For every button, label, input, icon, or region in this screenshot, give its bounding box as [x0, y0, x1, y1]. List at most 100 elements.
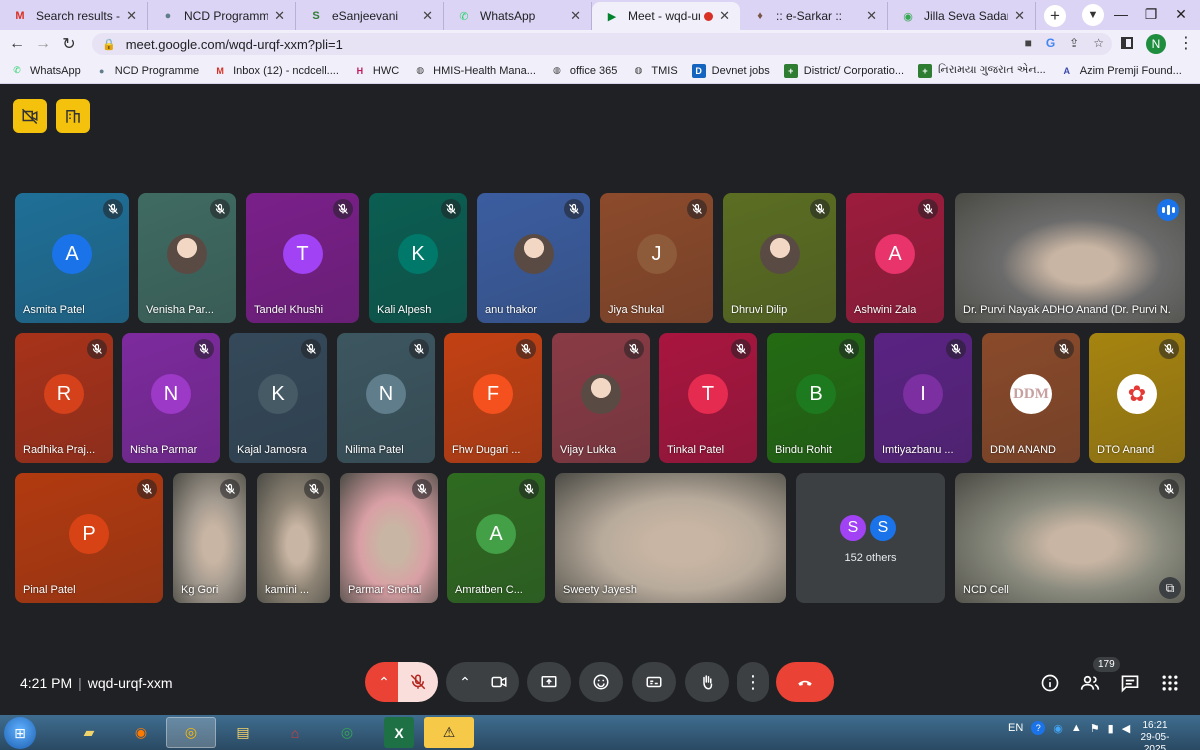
profile-avatar[interactable]: N	[1146, 34, 1166, 54]
participant-tile[interactable]: R Radhika Praj...	[15, 333, 113, 463]
bookmark-ncd-programme[interactable]: ● NCD Programme	[95, 64, 199, 78]
microphone-toggle[interactable]	[398, 662, 438, 702]
others-tile[interactable]: S S 152 others	[796, 473, 945, 603]
bookmark-niramaya[interactable]: + નિરામયા ગુજરાત એન...	[918, 63, 1046, 78]
bookmark-hmis[interactable]: ◍ HMIS-Health Mana...	[413, 64, 536, 78]
site-info-icon[interactable]: 🔒	[102, 38, 116, 51]
tab-search-button[interactable]: ▼	[1082, 4, 1104, 26]
raise-hand-button[interactable]	[685, 662, 729, 702]
participant-tile[interactable]: Vijay Lukka	[552, 333, 650, 463]
taskbar-warning-icon[interactable]: ⚠	[424, 717, 474, 748]
participant-tile[interactable]: Parmar Snehal	[340, 473, 438, 603]
meeting-code[interactable]: wqd-urqf-xxm	[88, 675, 173, 691]
forward-icon[interactable]: →	[30, 35, 56, 53]
taskbar-chrome-2-icon[interactable]: ◎	[322, 717, 372, 748]
participant-tile[interactable]: Dr. Purvi Nayak ADHO Anand (Dr. Purvi N.…	[955, 193, 1185, 323]
participant-tile[interactable]: J Jiya Shukal	[600, 193, 713, 323]
leave-call-button[interactable]	[776, 662, 834, 702]
network-icon[interactable]: ▮	[1108, 722, 1114, 735]
back-icon[interactable]: ←	[4, 35, 30, 53]
activities-icon[interactable]	[1159, 673, 1181, 693]
flag-icon[interactable]: ⚑	[1090, 722, 1100, 735]
participant-tile[interactable]: N Nilima Patel	[337, 333, 435, 463]
participant-tile[interactable]: DDM DDM ANAND	[982, 333, 1080, 463]
close-icon[interactable]: ✕	[866, 8, 877, 24]
captions-button[interactable]	[632, 662, 676, 702]
taskbar-explorer-icon[interactable]: ▤	[218, 717, 268, 748]
participant-tile[interactable]: I Imtiyazbanu ...	[874, 333, 972, 463]
share-icon[interactable]: ⇪	[1069, 36, 1079, 50]
restore-button[interactable]: ❐	[1136, 0, 1166, 28]
taskbar-chrome-icon[interactable]: ◎	[166, 717, 216, 748]
participant-tile[interactable]: T Tinkal Patel	[659, 333, 757, 463]
participant-tile[interactable]: Kg Gori	[173, 473, 246, 603]
taskbar-excel-icon[interactable]: X	[384, 717, 414, 748]
participant-tile[interactable]: anu thakor	[477, 193, 590, 323]
close-icon[interactable]: ✕	[1014, 8, 1025, 24]
tab-search-results[interactable]: M Search results - ncd ✕	[0, 2, 148, 30]
new-tab-button[interactable]: +	[1044, 5, 1066, 27]
volume-icon[interactable]: ◀	[1122, 722, 1130, 735]
show-hidden-icon[interactable]: ▲	[1071, 722, 1082, 734]
close-window-button[interactable]: ✕	[1166, 0, 1196, 28]
present-screen-button[interactable]	[527, 662, 571, 702]
bookmark-hwc[interactable]: H HWC	[353, 64, 400, 78]
participant-tile[interactable]: ✿ DTO Anand	[1089, 333, 1185, 463]
tab-esarkar[interactable]: ♦:: e-Sarkar :: ✕	[740, 2, 888, 30]
bookmark-inbox[interactable]: M Inbox (12) - ncdcell....	[213, 64, 339, 78]
language-indicator[interactable]: EN	[1008, 722, 1023, 734]
participant-tile[interactable]: Venisha Par...	[138, 193, 236, 323]
taskbar-show-desktop-icon[interactable]: ▰	[64, 717, 114, 748]
close-icon[interactable]: ✕	[274, 8, 285, 24]
participant-tile[interactable]: T Tandel Khushi	[246, 193, 359, 323]
tab-meet[interactable]: ▶ Meet - wqd-urqf ✕	[592, 2, 740, 30]
taskbar-clock[interactable]: 16:21 29-05-2025	[1130, 720, 1180, 750]
chat-icon[interactable]	[1119, 673, 1141, 693]
bookmark-star-icon[interactable]: ☆	[1093, 36, 1104, 50]
windows-start-icon[interactable]: ⊞	[4, 717, 36, 749]
address-bar[interactable]: 🔒 meet.google.com/wqd-urqf-xxm?pli=1 ■ G…	[92, 33, 1112, 55]
bookmark-tmis[interactable]: ◍ TMIS	[631, 64, 677, 78]
tray-app-icon[interactable]: ◉	[1053, 722, 1063, 735]
taskbar-acrobat-icon[interactable]: ⌂	[270, 717, 320, 748]
close-icon[interactable]: ✕	[126, 8, 137, 24]
google-lens-icon[interactable]: G	[1046, 36, 1055, 50]
participant-tile[interactable]: F Fhw Dugari ...	[444, 333, 542, 463]
help-icon[interactable]: ?	[1031, 721, 1046, 735]
bookmark-azim-premji[interactable]: A Azim Premji Found...	[1060, 64, 1182, 78]
tab-jilla-seva-sadan[interactable]: ◉ Jilla Seva Sadan - An ✕	[888, 2, 1036, 30]
tab-esanjeevani[interactable]: SeSanjeevani ✕	[296, 2, 444, 30]
reactions-button[interactable]	[579, 662, 623, 702]
bookmark-district[interactable]: + District/ Corporatio...	[783, 63, 904, 78]
participant-tile[interactable]: kamini ...	[257, 473, 330, 603]
bookmark-office365[interactable]: ◍ office 365	[550, 64, 617, 78]
camera-toggle[interactable]	[479, 662, 519, 702]
pin-icon[interactable]: ⧉	[1159, 577, 1181, 599]
participant-tile[interactable]: ⧉ NCD Cell	[955, 473, 1185, 603]
close-icon[interactable]: ✕	[570, 8, 581, 24]
bookmark-whatsapp[interactable]: ✆ WhatsApp	[10, 64, 81, 78]
more-options-button[interactable]: ⋮	[737, 662, 769, 702]
layout-toggle[interactable]	[56, 99, 90, 133]
people-icon[interactable]	[1079, 673, 1101, 693]
participant-tile[interactable]: K Kali Alpesh	[369, 193, 467, 323]
camera-off-toggle[interactable]	[13, 99, 47, 133]
participant-tile[interactable]: A Amratben C...	[447, 473, 545, 603]
minimize-button[interactable]: —	[1106, 0, 1136, 28]
meeting-details-icon[interactable]	[1039, 673, 1061, 693]
participant-tile[interactable]: K Kajal Jamosra	[229, 333, 327, 463]
reload-icon[interactable]: ↻	[56, 34, 82, 54]
taskbar-firefox-icon[interactable]: ◉	[116, 717, 166, 748]
tab-ncd-programme[interactable]: ● NCD Programme ✕	[148, 2, 296, 30]
participant-tile[interactable]: Dhruvi Dilip	[723, 193, 836, 323]
participant-tile[interactable]: A Asmita Patel	[15, 193, 129, 323]
camera-in-use-icon[interactable]: ■	[1025, 36, 1032, 50]
participant-tile[interactable]: N Nisha Parmar	[122, 333, 220, 463]
chrome-menu-icon[interactable]: ⋮	[1178, 33, 1194, 53]
participant-tile[interactable]: P Pinal Patel	[15, 473, 163, 603]
close-icon[interactable]: ✕	[719, 8, 730, 24]
participant-tile[interactable]: A Ashwini Zala	[846, 193, 944, 323]
tab-whatsapp[interactable]: ✆ WhatsApp ✕	[444, 2, 592, 30]
side-panel-icon[interactable]	[1121, 37, 1133, 49]
bookmark-devnet[interactable]: D Devnet jobs	[691, 63, 770, 78]
